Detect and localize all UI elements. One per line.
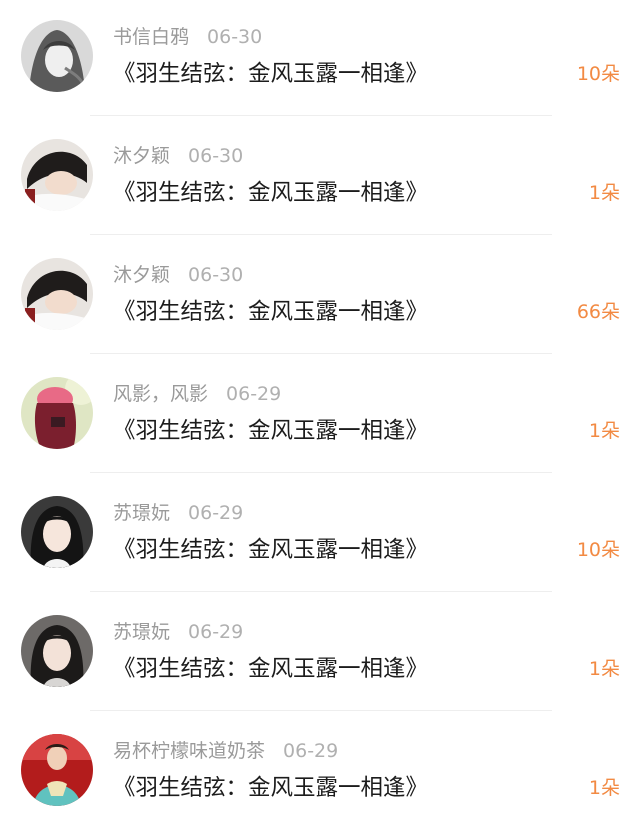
- item-title[interactable]: 《羽生结弦：金风玉露一相逢》: [113, 177, 428, 209]
- item-title[interactable]: 《羽生结弦：金风玉露一相逢》: [113, 58, 428, 90]
- item-title[interactable]: 《羽生结弦：金风玉露一相逢》: [113, 534, 428, 566]
- item-meta: 沐夕颖 06-30: [113, 262, 243, 288]
- row-divider: [90, 710, 552, 711]
- item-title[interactable]: 《羽生结弦：金风玉露一相逢》: [113, 296, 428, 328]
- flower-count: 66朵: [576, 301, 620, 323]
- flower-count: 1朵: [588, 420, 620, 442]
- user-name[interactable]: 沐夕颖: [113, 145, 170, 167]
- list-item[interactable]: 风影，风影 06-29 《羽生结弦：金风玉露一相逢》 1朵: [0, 357, 640, 476]
- item-meta: 苏璟妧 06-29: [113, 500, 243, 526]
- row-divider: [90, 234, 552, 235]
- list-item[interactable]: 书信白鸦 06-30 《羽生结弦：金风玉露一相逢》 10朵: [0, 0, 640, 119]
- user-name[interactable]: 沐夕颖: [113, 264, 170, 286]
- row-divider: [90, 472, 552, 473]
- post-date: 06-30: [188, 264, 244, 286]
- user-name[interactable]: 苏璟妧: [113, 502, 170, 524]
- user-avatar-icon[interactable]: [21, 496, 93, 568]
- post-date: 06-30: [207, 26, 263, 48]
- user-avatar-icon[interactable]: [21, 139, 93, 211]
- item-title[interactable]: 《羽生结弦：金风玉露一相逢》: [113, 772, 428, 804]
- gift-record-list: 书信白鸦 06-30 《羽生结弦：金风玉露一相逢》 10朵 沐夕颖 06-30 《羽…: [0, 0, 640, 820]
- post-date: 06-29: [188, 621, 244, 643]
- row-divider: [90, 591, 552, 592]
- user-name[interactable]: 风影，风影: [113, 383, 208, 405]
- user-name[interactable]: 易杯柠檬味道奶茶: [113, 740, 265, 762]
- flower-count: 10朵: [576, 539, 620, 561]
- list-item[interactable]: 易杯柠檬味道奶茶 06-29 《羽生结弦：金风玉露一相逢》 1朵: [0, 714, 640, 833]
- post-date: 06-29: [188, 502, 244, 524]
- item-title[interactable]: 《羽生结弦：金风玉露一相逢》: [113, 653, 428, 685]
- flower-count: 1朵: [588, 777, 620, 799]
- item-meta: 易杯柠檬味道奶茶 06-29: [113, 738, 338, 764]
- item-meta: 风影，风影 06-29: [113, 381, 281, 407]
- list-item[interactable]: 沐夕颖 06-30 《羽生结弦：金风玉露一相逢》 66朵: [0, 238, 640, 357]
- user-avatar-icon[interactable]: [21, 20, 93, 92]
- list-item[interactable]: 沐夕颖 06-30 《羽生结弦：金风玉露一相逢》 1朵: [0, 119, 640, 238]
- row-divider: [90, 353, 552, 354]
- list-item[interactable]: 苏璟妧 06-29 《羽生结弦：金风玉露一相逢》 1朵: [0, 595, 640, 714]
- flower-count: 10朵: [576, 63, 620, 85]
- item-title[interactable]: 《羽生结弦：金风玉露一相逢》: [113, 415, 428, 447]
- flower-count: 1朵: [588, 658, 620, 680]
- row-divider: [90, 115, 552, 116]
- user-avatar-icon[interactable]: [21, 258, 93, 330]
- post-date: 06-29: [283, 740, 339, 762]
- user-name[interactable]: 书信白鸦: [113, 26, 189, 48]
- user-avatar-icon[interactable]: [21, 377, 93, 449]
- item-meta: 沐夕颖 06-30: [113, 143, 243, 169]
- post-date: 06-30: [188, 145, 244, 167]
- item-meta: 书信白鸦 06-30: [113, 24, 262, 50]
- item-meta: 苏璟妧 06-29: [113, 619, 243, 645]
- flower-count: 1朵: [588, 182, 620, 204]
- post-date: 06-29: [226, 383, 282, 405]
- user-name[interactable]: 苏璟妧: [113, 621, 170, 643]
- user-avatar-icon[interactable]: [21, 734, 93, 806]
- user-avatar-icon[interactable]: [21, 615, 93, 687]
- list-item[interactable]: 苏璟妧 06-29 《羽生结弦：金风玉露一相逢》 10朵: [0, 476, 640, 595]
